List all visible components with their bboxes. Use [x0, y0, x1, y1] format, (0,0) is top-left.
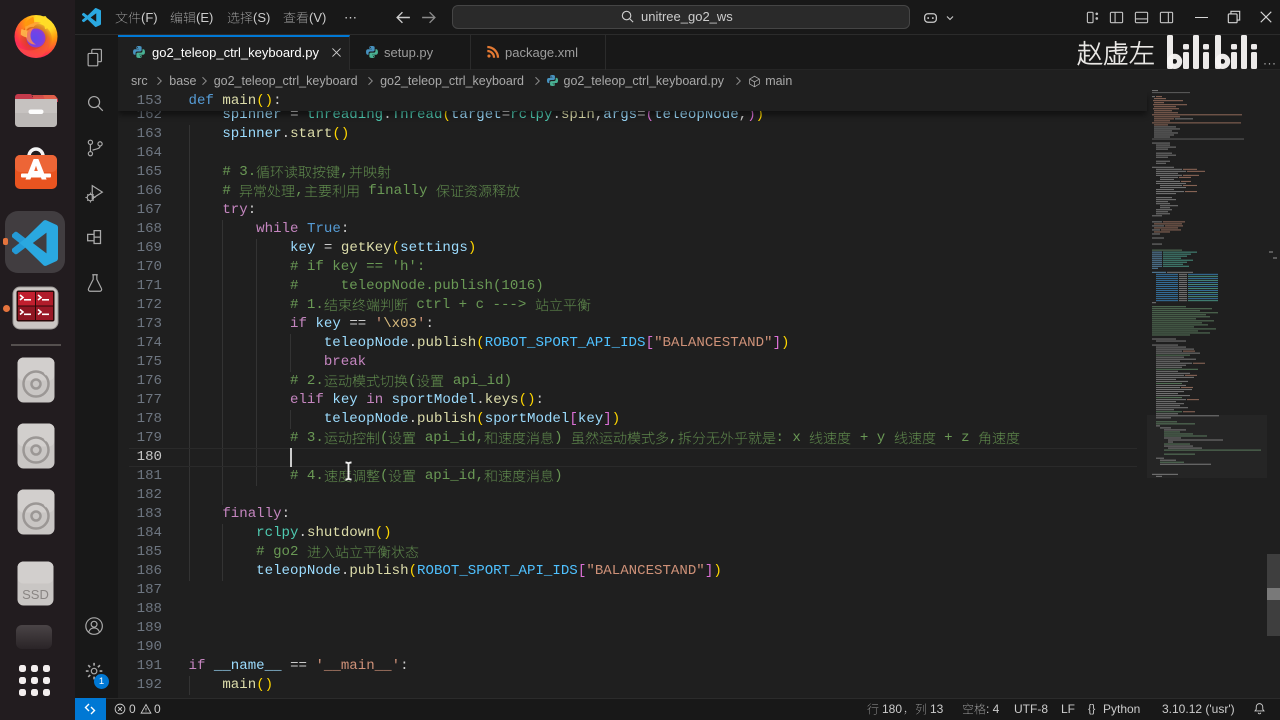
svg-text:SSD: SSD [22, 587, 49, 602]
